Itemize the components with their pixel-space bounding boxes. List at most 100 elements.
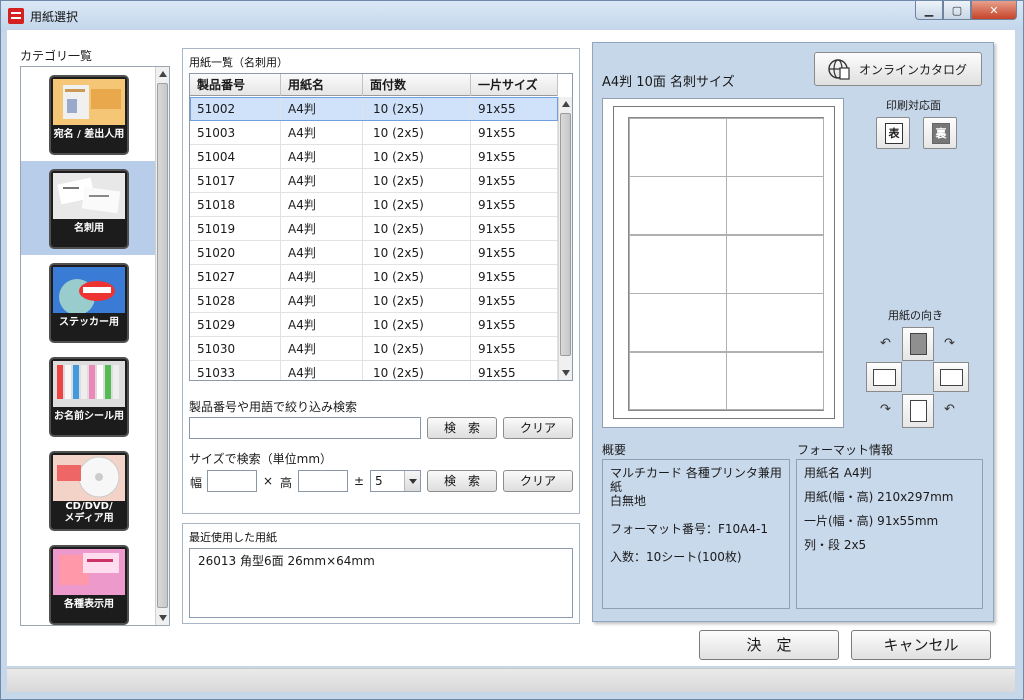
window-title: 用紙選択 [30,9,79,24]
table-row[interactable]: 51017 A4判 10 (2x5) 91x55 [190,169,558,193]
height-input[interactable] [298,470,348,492]
table-row[interactable]: 51004 A4判 10 (2x5) 91x55 [190,145,558,169]
cell-text: 10 (2x5) [373,198,424,212]
table-row[interactable]: 51027 A4判 10 (2x5) 91x55 [190,265,558,289]
table-row[interactable]: 51033 A4判 10 (2x5) 91x55 [190,361,558,380]
format-line: 列・段 2x5 [804,538,867,552]
tolerance-select[interactable]: 5 [370,470,421,492]
table-scrollbar[interactable] [558,97,572,380]
category-item-name-seal[interactable]: お名前シール用 [21,349,155,443]
paper-table: 製品番号 用紙名 面付数 一片サイズ 51002 A4判 10 (2x5) 91x55… [189,73,573,381]
maximize-icon: ▢ [951,3,963,17]
paper-list-title: 用紙一覧（名刺用） [189,56,288,69]
portrait-page-icon [910,333,927,355]
filter-search-button[interactable]: 検 索 [427,417,497,439]
cell-product-no: 51017 [190,169,281,193]
recent-item[interactable]: 26013 角型6面 26mm×64mm [198,552,564,569]
category-item-display[interactable]: 各種表示用 [21,537,155,625]
column-header-paper-name[interactable]: 用紙名 [281,74,363,96]
cell-paper-name: A4判 [281,241,363,265]
scroll-thumb[interactable] [157,83,168,608]
recent-list: 26013 角型6面 26mm×64mm [189,548,573,618]
orientation-left-button[interactable] [866,362,902,392]
orientation-up-button[interactable] [902,327,934,361]
category-card: ステッカー用 [49,263,129,343]
rotate-ccw-icon: ↶ [944,402,955,417]
cell-paper-name: A4判 [281,121,363,145]
format-line: 用紙名 A4判 [804,466,872,480]
size-search-button[interactable]: 検 索 [427,470,497,492]
width-input[interactable] [207,470,257,492]
category-card: 名刺用 [49,169,129,249]
table-row[interactable]: 51029 A4判 10 (2x5) 91x55 [190,313,558,337]
cell-product-no: 51028 [190,289,281,313]
filter-clear-button[interactable]: クリア [503,417,573,439]
cell-layout: 10 (2x5) [363,145,471,169]
size-clear-button[interactable]: クリア [503,470,573,492]
landscape-page-icon [873,369,896,386]
cell-layout: 10 (2x5) [363,217,471,241]
cell-layout: 10 (2x5) [363,313,471,337]
cell-layout: 10 (2x5) [363,121,471,145]
cell-paper-name: A4判 [281,289,363,313]
front-side-button[interactable]: 表 [876,117,910,149]
size-search-label: サイズで検索（単位mm） [189,452,333,466]
table-row[interactable]: 51030 A4判 10 (2x5) 91x55 [190,337,558,361]
table-row[interactable]: 51019 A4判 10 (2x5) 91x55 [190,217,558,241]
cell-piece-size: 91x55 [471,169,558,193]
cell-layout: 10 (2x5) [363,289,471,313]
cell-layout: 10 (2x5) [363,241,471,265]
cell-layout: 10 (2x5) [363,193,471,217]
cell-piece-size: 91x55 [471,265,558,289]
paper-title: A4判 10面 名刺サイズ [602,75,735,90]
scroll-down-icon[interactable] [562,370,570,376]
column-header-layout[interactable]: 面付数 [363,74,471,96]
table-row[interactable]: 51002 A4判 10 (2x5) 91x55 [190,97,558,121]
category-label: カテゴリ一覧 [20,49,93,63]
column-header-piece-size[interactable]: 一片サイズ [471,74,558,96]
rotate-ccw-icon: ↶ [880,336,891,351]
back-side-button[interactable]: 裏 [923,117,957,149]
scroll-down-icon[interactable] [159,615,167,621]
cell-product-no: 51029 [190,313,281,337]
maximize-button[interactable]: ▢ [943,1,971,20]
format-box: 用紙名 A4判 用紙(幅・高) 210x297mm 一片(幅・高) 91x55mm 列… [796,459,983,609]
online-catalog-button[interactable]: オンラインカタログ [814,52,982,86]
category-item-sticker[interactable]: ステッカー用 [21,255,155,349]
cancel-button[interactable]: キャンセル [851,630,991,660]
table-row[interactable]: 51020 A4判 10 (2x5) 91x55 [190,241,558,265]
summary-line [610,536,782,550]
cell-text: 10 (2x5) [373,126,424,140]
category-item-business-card[interactable]: 名刺用 [21,161,155,255]
column-header-product-no[interactable]: 製品番号 [190,74,281,96]
filter-input[interactable] [189,417,421,439]
format-title: フォーマット情報 [797,443,894,457]
title-bar[interactable]: 用紙選択 ▁ ▢ ✕ [1,1,1023,31]
table-row[interactable]: 51003 A4判 10 (2x5) 91x55 [190,121,558,145]
category-item-address[interactable]: 宛名 / 差出人用 [21,67,155,161]
category-item-media[interactable]: CD/DVD/ メディア用 [21,443,155,537]
minimize-button[interactable]: ▁ [915,1,943,20]
chevron-down-icon[interactable] [404,471,420,491]
height-label: 高 [280,476,293,490]
cell-piece-size: 91x55 [471,361,558,380]
close-button[interactable]: ✕ [971,1,1017,20]
summary-line: 入数：10シート(100枚) [610,550,742,564]
table-row[interactable]: 51018 A4判 10 (2x5) 91x55 [190,193,558,217]
cell-paper-name: A4判 [281,361,363,380]
scroll-up-icon[interactable] [159,71,167,77]
ok-button[interactable]: 決 定 [699,630,839,660]
orientation-right-button[interactable] [933,362,969,392]
summary-lines: マルチカード 各種プリンタ兼用紙白無地 フォーマット番号：F10A4-1 入数：10… [610,466,782,564]
category-scrollbar[interactable] [155,67,169,625]
scroll-up-icon[interactable] [562,101,570,107]
window-controls: ▁ ▢ ✕ [915,1,1017,20]
scroll-thumb[interactable] [560,113,571,356]
cell-text: 10 (2x5) [373,318,424,332]
table-row[interactable]: 51028 A4判 10 (2x5) 91x55 [190,289,558,313]
category-card: お名前シール用 [49,357,129,437]
cell-product-no: 51020 [190,241,281,265]
cell-text: 10 (2x5) [373,222,424,236]
app-icon [8,8,24,24]
orientation-down-button[interactable] [902,394,934,428]
